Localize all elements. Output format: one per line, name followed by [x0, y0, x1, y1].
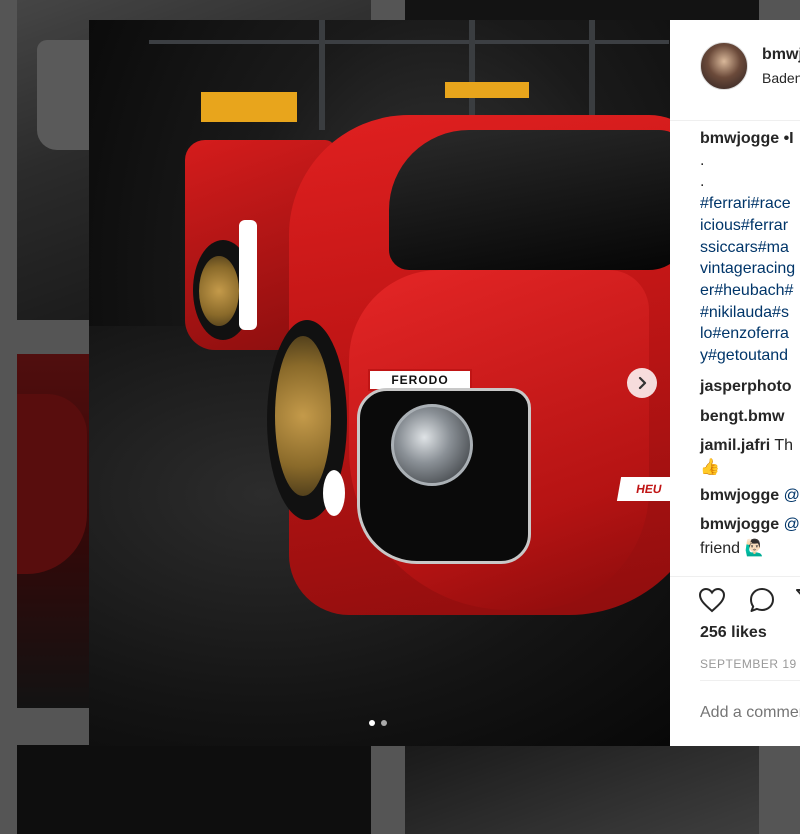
post-side-panel: bmwjogge Baden bmwjogge •I . . #ferrari#… — [670, 20, 800, 746]
like-button[interactable] — [698, 586, 726, 614]
comment-row: jasperphoto — [700, 378, 792, 396]
hashtag-line[interactable]: vintageracing — [700, 258, 800, 280]
comment-row: jamil.jafri Th — [700, 437, 793, 455]
number-roundel — [239, 220, 257, 330]
caption-dot: . — [700, 151, 705, 169]
comment-username[interactable]: jasperphoto — [700, 378, 792, 395]
hashtag-line[interactable]: ssiccars#ma — [700, 237, 800, 259]
add-comment-input[interactable] — [700, 704, 800, 722]
comment-username[interactable]: bmwjogge — [700, 487, 779, 504]
author-username[interactable]: bmwjogge — [762, 46, 800, 64]
avatar[interactable] — [700, 42, 748, 90]
windshield — [389, 130, 670, 270]
caption-username[interactable]: bmwjogge — [700, 130, 779, 147]
feed-thumbnail[interactable] — [405, 745, 759, 834]
post-header: bmwjogge Baden — [670, 20, 800, 121]
background-post — [589, 20, 595, 130]
hashtag-line[interactable]: lo#enzoferra — [700, 323, 800, 345]
actions-divider — [670, 576, 800, 578]
comment-mention[interactable]: @ — [784, 516, 800, 533]
comment-username[interactable]: bengt.bmw — [700, 408, 784, 425]
headlight — [391, 404, 473, 486]
hashtag-line[interactable]: er#heubach# — [700, 280, 800, 302]
hashtag-line[interactable]: icious#ferrar — [700, 215, 800, 237]
comment-username[interactable]: jamil.jafri — [700, 437, 770, 454]
caption-header: bmwjogge •I — [700, 128, 800, 150]
comment-row: 👍 — [700, 457, 720, 477]
next-photo-button[interactable] — [627, 368, 657, 398]
post-date: SEPTEMBER 19 — [700, 657, 797, 671]
comment-button[interactable] — [748, 586, 776, 614]
post-photo[interactable]: FERODO HEU — [89, 20, 670, 746]
share-icon — [796, 589, 800, 595]
hashtag-line[interactable]: y#getoutand — [700, 345, 800, 367]
carousel-dot-active — [369, 720, 375, 726]
carousel-dot — [381, 720, 387, 726]
chevron-right-icon — [638, 376, 647, 390]
comment-text: Th — [774, 437, 794, 454]
comment-row: bmwjogge @ — [700, 516, 800, 534]
comment-row: bengt.bmw — [700, 408, 784, 426]
sponsor-decal — [323, 470, 345, 516]
background-post — [319, 20, 325, 130]
comment-row: friend 🙋🏻‍♂ — [700, 538, 764, 558]
comment-mention[interactable]: @ — [784, 487, 800, 504]
feed-thumbnail[interactable] — [405, 0, 759, 20]
caption-block: bmwjogge •I . . #ferrari#race icious#fer… — [700, 128, 800, 367]
heart-icon — [698, 587, 726, 613]
rear-wing — [445, 82, 529, 98]
comment-username[interactable]: bmwjogge — [700, 516, 779, 533]
comment-text: 👍 — [700, 459, 720, 476]
rear-wing — [201, 92, 297, 122]
comment-bubble-icon — [750, 588, 774, 612]
like-count[interactable]: 256 likes — [700, 624, 767, 642]
comment-text: friend 🙋🏻‍♂ — [700, 540, 765, 557]
comment-row: bmwjogge @ — [700, 487, 800, 505]
comment-divider — [700, 680, 800, 681]
background-post — [469, 20, 475, 130]
share-button[interactable] — [794, 586, 800, 614]
feed-thumbnail[interactable] — [17, 745, 371, 834]
hashtag-line[interactable]: #ferrari#race — [700, 193, 800, 215]
hashtag-line[interactable]: #nikilauda#s — [700, 302, 800, 324]
caption-text: •I — [783, 130, 794, 147]
carousel-indicator — [369, 720, 387, 726]
caption-dot: . — [700, 173, 705, 191]
front-rim — [275, 336, 331, 496]
post-location[interactable]: Baden — [762, 70, 800, 86]
rear-rim — [199, 256, 239, 326]
heuer-decal: HEU — [616, 477, 670, 501]
